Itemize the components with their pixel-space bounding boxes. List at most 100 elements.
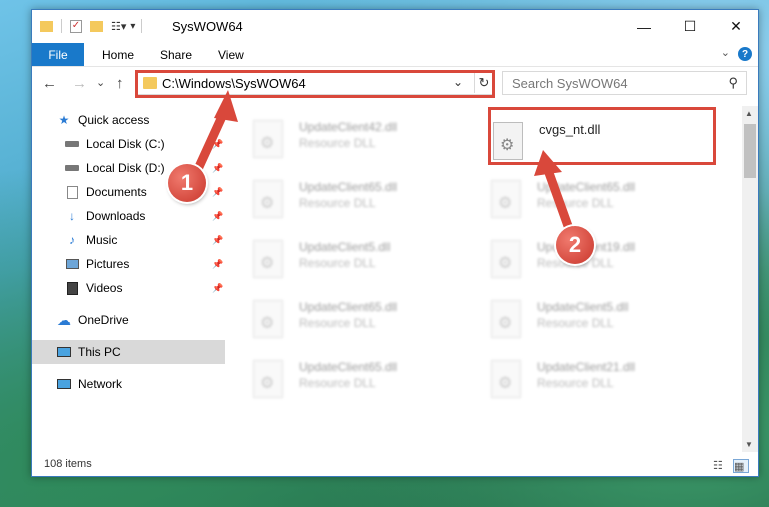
large-icons-view-icon[interactable]: ▦ [733,459,749,473]
tab-share[interactable]: Share [160,43,192,66]
sidebar-item-label: OneDrive [78,313,129,327]
navigation-pane: ★ Quick access Local Disk (C:) 📌 Local D… [32,106,225,446]
file-name: UpdateClient5.dll [537,300,629,314]
separator [61,19,62,33]
sidebar-item-label: Documents [86,185,147,199]
file-type: Resource DLL [299,136,376,150]
dll-file-icon: ⚙ [491,180,521,218]
scroll-down-icon[interactable]: ▼ [745,440,753,449]
quick-access-toolbar: ✓ ☷▾ ▾ [40,18,143,34]
folder-icon[interactable] [40,20,53,32]
file-name: UpdateClient65.dll [299,300,398,314]
search-icon[interactable]: ⚲ [728,75,738,91]
file-highlight [488,107,716,165]
pin-icon[interactable]: 📌 [212,163,223,174]
drive-icon [64,137,80,151]
ribbon-expand-icon[interactable]: ⌄ [721,46,730,59]
sidebar-item-music[interactable]: ♪ Music 📌 [32,228,225,252]
sidebar-item-videos[interactable]: Videos 📌 [32,276,225,300]
file-type: Resource DLL [537,196,614,210]
sidebar-item-label: Downloads [86,209,146,223]
vertical-scrollbar[interactable]: ▲ ▼ [742,106,758,452]
sidebar-item-label: Local Disk (D:) [86,161,165,175]
dll-file-icon: ⚙ [253,180,283,218]
sidebar-item-label: Local Disk (C:) [86,137,165,151]
recent-locations-button[interactable]: ⌄ [96,76,105,89]
file-name: UpdateClient65.dll [299,360,398,374]
sidebar-item-label: Network [78,377,123,391]
file-type: Resource DLL [537,376,614,390]
pictures-icon [64,257,80,271]
pin-icon[interactable]: 📌 [212,235,223,246]
network-icon [56,377,72,391]
file-type: Resource DLL [299,316,376,330]
maximize-button[interactable]: ☐ [667,10,713,43]
sidebar-item-this-pc[interactable]: This PC [32,340,225,364]
sidebar-item-label: Pictures [86,257,130,271]
window-title: SysWOW64 [172,19,243,34]
file-item[interactable]: ⚙ UpdateClient42.dll Resource DLL [253,118,483,170]
downloads-icon: ↓ [69,209,75,223]
customize-icon[interactable]: ☷▾ [111,20,126,33]
dll-file-icon: ⚙ [253,300,283,338]
file-type: Resource DLL [299,256,376,270]
search-input[interactable]: Search SysWOW64 ⚲ [502,71,747,95]
dll-file-icon: ⚙ [491,240,521,278]
back-button[interactable]: ← [42,75,57,92]
onedrive-icon: ☁ [57,311,71,328]
pin-icon[interactable]: 📌 [212,187,223,198]
dll-file-icon: ⚙ [491,360,521,398]
callout-1: 1 [168,164,206,202]
title-bar: ✓ ☷▾ ▾ SysWOW64 — ☐ ✕ [32,10,758,43]
help-icon[interactable]: ? [738,47,752,61]
dll-file-icon: ⚙ [491,300,521,338]
pc-icon [56,345,72,359]
sidebar-item-onedrive[interactable]: ☁ OneDrive [32,308,225,332]
new-folder-icon[interactable] [90,20,103,32]
file-name: UpdateClient5.dll [299,240,391,254]
tab-home[interactable]: Home [102,43,134,66]
file-name: UpdateClient65.dll [537,180,636,194]
file-item[interactable]: ⚙ UpdateClient21.dll Resource DLL [491,358,721,410]
sidebar-item-local-disk-c[interactable]: Local Disk (C:) 📌 [32,132,225,156]
file-item[interactable]: ⚙ UpdateClient65.dll Resource DLL [491,178,721,230]
dll-file-icon: ⚙ [253,360,283,398]
tab-view[interactable]: View [218,43,244,66]
customize-dropdown-icon[interactable]: ▾ [130,21,135,32]
pin-icon[interactable]: 📌 [212,139,223,150]
up-button[interactable]: ↑ [116,75,124,92]
documents-icon [64,185,80,199]
sidebar-item-label: Music [86,233,118,247]
close-button[interactable]: ✕ [713,10,759,43]
file-item[interactable]: ⚙ UpdateClient65.dll Resource DLL [253,358,483,410]
music-icon: ♪ [69,233,75,247]
sidebar-item-pictures[interactable]: Pictures 📌 [32,252,225,276]
sidebar-item-quick-access[interactable]: ★ Quick access [32,108,225,132]
file-item[interactable]: ⚙ UpdateClient19.dll Resource DLL [491,238,721,290]
forward-button[interactable]: → [72,75,87,92]
sidebar-item-downloads[interactable]: ↓ Downloads 📌 [32,204,225,228]
file-type: Resource DLL [299,376,376,390]
file-item[interactable]: ⚙ UpdateClient5.dll Resource DLL [253,238,483,290]
videos-icon [64,281,80,295]
minimize-button[interactable]: — [621,10,667,43]
pin-icon[interactable]: 📌 [212,283,223,294]
file-item[interactable]: ⚙ UpdateClient65.dll Resource DLL [253,178,483,230]
details-view-icon[interactable]: ☷ [713,459,727,472]
scroll-up-icon[interactable]: ▲ [745,109,753,118]
file-item[interactable]: ⚙ UpdateClient5.dll Resource DLL [491,298,721,350]
scroll-thumb[interactable] [744,124,756,178]
sidebar-item-network[interactable]: Network [32,372,225,396]
file-name: UpdateClient65.dll [299,180,398,194]
pin-icon[interactable]: 📌 [212,259,223,270]
callout-2: 2 [556,226,594,264]
file-type: Resource DLL [299,196,376,210]
file-item[interactable]: ⚙ UpdateClient65.dll Resource DLL [253,298,483,350]
file-name: UpdateClient42.dll [299,120,398,134]
tab-file[interactable]: File [32,43,84,66]
item-count: 108 items [44,458,92,470]
properties-icon[interactable]: ✓ [70,19,82,33]
separator [141,19,143,33]
search-placeholder: Search SysWOW64 [512,76,628,91]
pin-icon[interactable]: 📌 [212,211,223,222]
